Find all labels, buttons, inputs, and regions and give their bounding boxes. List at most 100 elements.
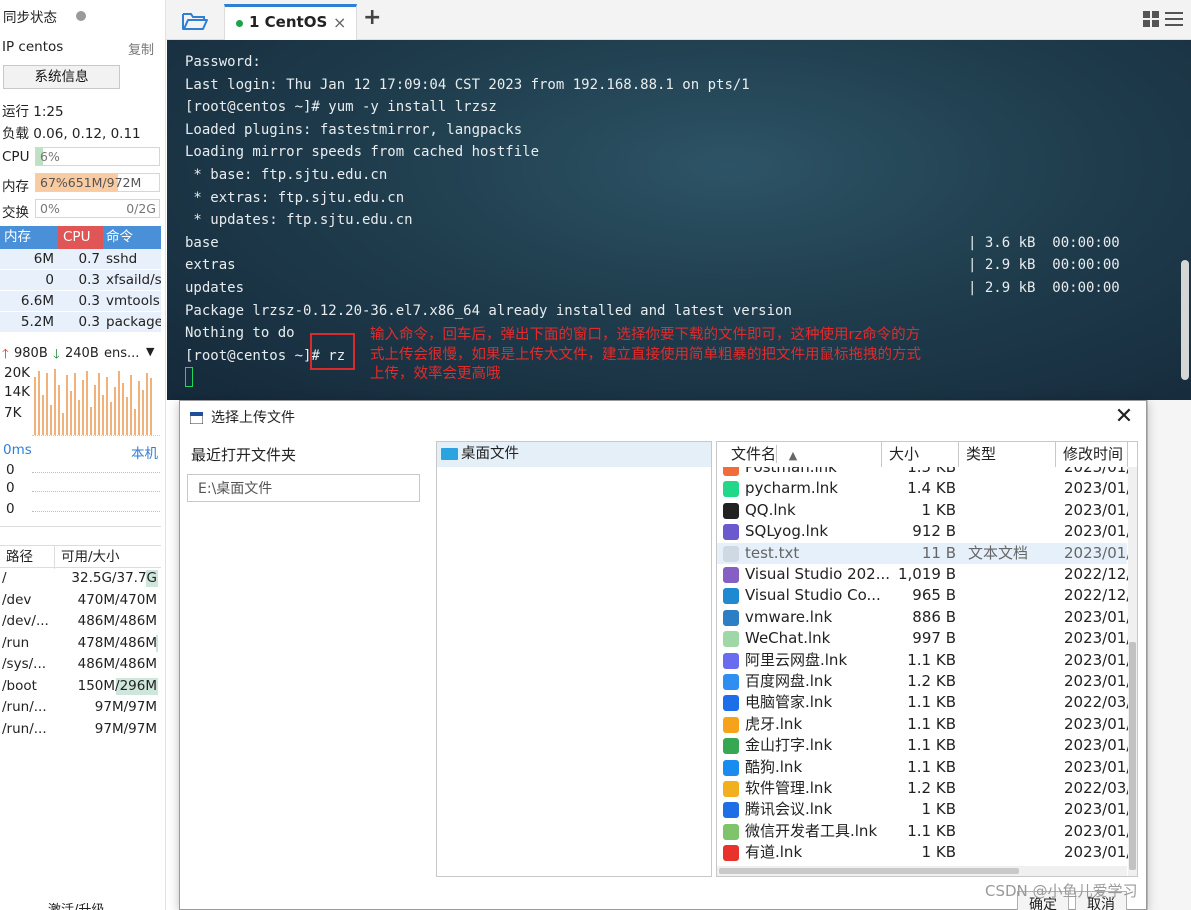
file-size: 1.1 KB [907,714,956,733]
net-traffic-bar [58,385,60,435]
col-path[interactable]: 路径 [6,546,33,569]
disk-row[interactable]: / 32.5G/37.7G [0,568,161,590]
folder-item-desktop[interactable]: 桌面文件 [437,442,711,467]
file-row[interactable]: 腾讯会议.lnk 1 KB 2023/01/ [717,799,1131,821]
file-modified: 2022/03/ [1064,693,1132,712]
folder-open-icon[interactable] [181,10,209,32]
tab-centos[interactable]: 1 CentOS × [224,4,357,40]
terminal-output[interactable]: Password: Last login: Thu Jan 12 17:09:04… [167,40,1191,400]
file-icon [723,631,739,648]
disk-row[interactable]: /boot 150M/296M [0,676,161,698]
file-row[interactable]: 电脑管家.lnk 1.1 KB 2022/03/ [717,692,1131,714]
file-modified: 2023/01/ [1064,757,1132,776]
disk-row[interactable]: /run 478M/486M [0,633,161,655]
file-row[interactable]: Visual Studio Co... 965 B 2022/12/ [717,585,1131,607]
terminal-line: Loading mirror speeds from cached hostfi… [185,144,540,161]
file-row[interactable]: vmware.lnk 886 B 2023/01/ [717,607,1131,629]
file-size: 1.1 KB [907,757,956,776]
file-row[interactable]: 酷狗.lnk 1.1 KB 2023/01/ [717,757,1131,779]
disk-row[interactable]: /dev 470M/470M [0,590,161,612]
file-row[interactable]: QQ.lnk 1 KB 2023/01/ [717,500,1131,522]
file-size: 1 KB [921,500,956,519]
disk-row[interactable]: /dev/... 486M/486M [0,611,161,633]
process-row[interactable]: 0 0.3 xfsaild/s [0,270,161,291]
net-traffic-bar [86,371,88,435]
file-size: 1.1 KB [907,821,956,840]
file-row[interactable]: 百度网盘.lnk 1.2 KB 2023/01/ [717,671,1131,693]
folder-path-field[interactable] [187,474,420,502]
file-row[interactable]: 虎牙.lnk 1.1 KB 2023/01/ [717,714,1131,736]
grid-layout-icon[interactable] [1143,11,1159,27]
file-modified: 2022/12/ [1064,565,1132,583]
terminal-scroll-thumb[interactable] [1181,260,1189,380]
menu-icon[interactable] [1165,11,1183,27]
ping-value: 0 [6,462,15,478]
file-modified: 2023/01/ [1064,672,1132,690]
file-row[interactable]: WeChat.lnk 997 B 2023/01/ [717,628,1131,650]
file-modified: 2023/01/ [1064,522,1132,541]
system-info-button[interactable]: 系统信息 [3,65,120,89]
close-tab-icon[interactable]: × [333,7,346,38]
net-traffic-bar [110,402,112,435]
net-traffic-bar [94,385,96,435]
process-row[interactable]: 6M 0.7 sshd [0,249,161,270]
col-modified[interactable]: 修改时间 [1056,442,1128,467]
connected-status-icon [236,20,243,27]
file-size: 1.1 KB [907,693,956,712]
file-icon [723,695,739,712]
disk-row[interactable]: /run/... 97M/97M [0,719,161,741]
col-filename[interactable]: 文件名 ▲ [717,442,882,467]
file-list-scroll-thumb[interactable] [1129,642,1136,870]
file-modified: 2022/03/ [1064,779,1132,797]
interface-dropdown-icon[interactable]: ▼ [146,345,154,358]
folder-list: 桌面文件 [436,441,712,877]
close-icon[interactable]: ✕ [1112,405,1136,429]
process-row[interactable]: 5.2M 0.3 package [0,312,161,333]
file-row[interactable]: 阿里云网盘.lnk 1.1 KB 2023/01/ [717,650,1131,672]
activate-upgrade-link[interactable]: 激活/升级 [48,899,104,910]
interface-name[interactable]: ens... [104,346,139,361]
copy-ip-link[interactable]: 复制 [128,39,154,58]
file-row[interactable]: 金山打字.lnk 1.1 KB 2023/01/ [717,735,1131,757]
disk-row[interactable]: /run/... 97M/97M [0,697,161,719]
file-name: 百度网盘.lnk [745,672,833,690]
disk-table: 路径 可用/大小 / 32.5G/37.7G/dev 470M/470M/dev/.… [0,545,161,740]
col-type[interactable]: 类型 [959,442,1056,467]
file-row[interactable]: 微信开发者工具.lnk 1.1 KB 2023/01/ [717,821,1131,843]
file-row[interactable]: 软件管理.lnk 1.2 KB 2022/03/ [717,778,1131,800]
disk-size: 32.5G/37.7G [71,570,157,586]
add-tab-icon[interactable]: + [363,5,381,30]
session-tab-bar: 1 CentOS × + [166,0,1191,40]
file-list-scrollbar[interactable] [1128,467,1137,876]
col-mem[interactable]: 内存 [4,226,31,249]
col-avail-size[interactable]: 可用/大小 [54,546,120,569]
terminal-scrollbar[interactable] [1181,46,1189,386]
net-traffic-bar [46,373,48,435]
col-command[interactable]: 命令 [106,226,133,249]
ping-host[interactable]: 本机 [131,442,158,462]
download-arrow-icon: 🡓 [53,347,60,362]
file-row[interactable]: 有道.lnk 1 KB 2023/01/ [717,842,1131,864]
file-name: Visual Studio Co... [745,586,881,605]
file-icon [723,674,739,690]
process-table-header: 内存 CPU 命令 [0,226,161,249]
col-size[interactable]: 大小 [882,442,959,467]
col-cpu[interactable]: CPU [58,226,103,249]
cpu-usage-value: 6% [40,149,60,164]
file-row[interactable]: Visual Studio 202... 1,019 B 2022/12/ [717,564,1131,586]
file-modified: 2023/01/ [1064,650,1132,669]
net-traffic-bar [134,409,136,435]
upload-rate: 980B [14,346,48,361]
file-row[interactable]: test.txt 11 B 文本文档 2023/01/ [717,542,1131,565]
disk-path: /run [2,634,30,651]
file-row[interactable]: pycharm.lnk 1.4 KB 2023/01/ [717,478,1131,500]
disk-row[interactable]: /sys/... 486M/486M [0,654,161,676]
process-row[interactable]: 6.6M 0.3 vmtools [0,291,161,312]
file-list-hscroll-thumb[interactable] [719,868,1019,874]
net-traffic-bar [66,375,68,435]
folder-icon [441,448,458,460]
file-list-hscrollbar[interactable] [717,866,1127,876]
file-row[interactable]: SQLyog.lnk 912 B 2023/01/ [717,521,1131,543]
annotation-highlight-box [310,333,355,370]
process-mem: 5.2M [20,314,54,330]
